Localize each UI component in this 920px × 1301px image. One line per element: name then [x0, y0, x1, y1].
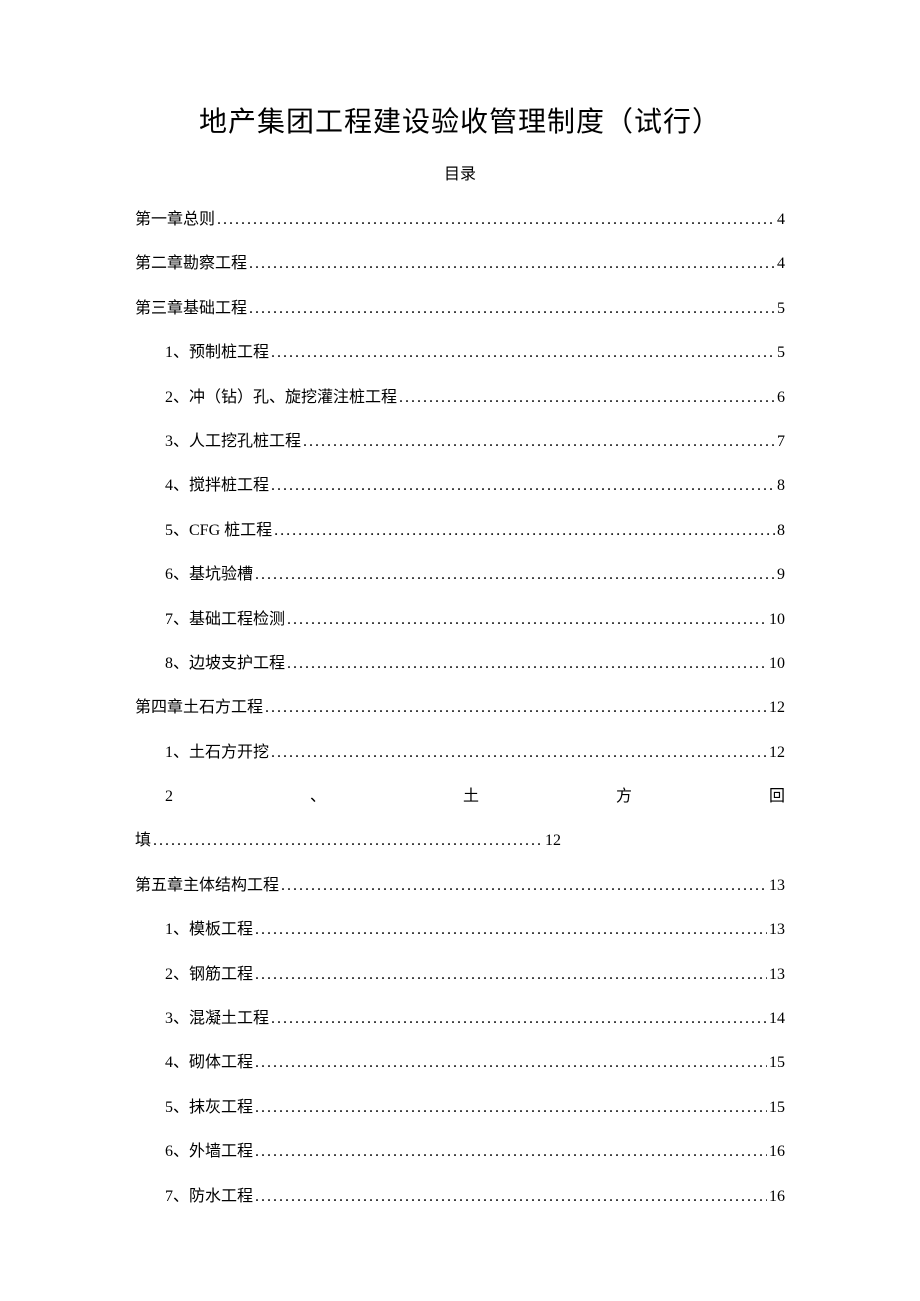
- toc-dots: [255, 1097, 767, 1119]
- toc-page: 4: [777, 253, 785, 275]
- toc-entry: 5、抹灰工程 15: [135, 1097, 785, 1119]
- toc-entry: 第五章主体结构工程 13: [135, 875, 785, 897]
- toc-special-part: 方: [616, 786, 632, 808]
- toc-label: 5、抹灰工程: [165, 1097, 253, 1119]
- toc-dots: [249, 253, 775, 275]
- toc-list-after: 第五章主体结构工程 13 1、模板工程 13 2、钢筋工程 13 3、混凝土工程 14 4、砌体…: [135, 875, 785, 1208]
- toc-label: 3、混凝土工程: [165, 1008, 269, 1030]
- toc-entry: 6、外墙工程 16: [135, 1141, 785, 1163]
- toc-page: 6: [777, 387, 785, 409]
- toc-label: 4、搅拌桩工程: [165, 475, 269, 497]
- toc-entry: 1、土石方开挖 12: [135, 742, 785, 764]
- toc-entry: 3、混凝土工程 14: [135, 1008, 785, 1030]
- toc-label: 8、边坡支护工程: [165, 653, 285, 675]
- toc-entry: 3、人工挖孔桩工程 7: [135, 431, 785, 453]
- toc-dots: [249, 298, 775, 320]
- toc-special-line1: 2 、 土 方 回: [135, 786, 785, 808]
- toc-page: 8: [777, 520, 785, 542]
- toc-entry: 1、预制桩工程 5: [135, 342, 785, 364]
- toc-dots: [281, 875, 767, 897]
- toc-page: 15: [769, 1097, 785, 1119]
- toc-page: 14: [769, 1008, 785, 1030]
- toc-label: 第三章基础工程: [135, 298, 247, 320]
- toc-special-line2: 填 12: [135, 830, 785, 852]
- toc-entry: 第二章勘察工程 4: [135, 253, 785, 275]
- toc-label: 1、模板工程: [165, 919, 253, 941]
- toc-dots: [255, 1052, 767, 1074]
- toc-entry: 8、边坡支护工程 10: [135, 653, 785, 675]
- toc-list-before: 第一章总则 4 第二章勘察工程 4 第三章基础工程 5 1、预制桩工程 5 2、冲（钻）孔、旋挖…: [135, 209, 785, 764]
- toc-entry: 第四章土石方工程 12: [135, 697, 785, 719]
- toc-dots: [255, 919, 767, 941]
- toc-dots: [271, 1008, 767, 1030]
- toc-page: 4: [777, 209, 785, 231]
- toc-dots: [303, 431, 775, 453]
- toc-label: 3、人工挖孔桩工程: [165, 431, 301, 453]
- toc-entry: 第一章总则 4: [135, 209, 785, 231]
- toc-special-part: 、: [310, 786, 326, 808]
- toc-dots: [265, 697, 767, 719]
- toc-label: 6、基坑验槽: [165, 564, 253, 586]
- toc-special-part: 2: [165, 786, 173, 808]
- toc-special-page: 12: [545, 830, 561, 852]
- toc-entry: 5、CFG 桩工程 8: [135, 520, 785, 542]
- toc-dots: [255, 1186, 767, 1208]
- toc-label: 6、外墙工程: [165, 1141, 253, 1163]
- toc-dots: [217, 209, 775, 231]
- toc-special-part: 回: [769, 786, 785, 808]
- toc-label: 第四章土石方工程: [135, 697, 263, 719]
- toc-page: 8: [777, 475, 785, 497]
- toc-entry: 1、模板工程 13: [135, 919, 785, 941]
- toc-page: 12: [769, 742, 785, 764]
- toc-page: 7: [777, 431, 785, 453]
- toc-entry: 7、防水工程 16: [135, 1186, 785, 1208]
- toc-page: 12: [769, 697, 785, 719]
- toc-label: 7、防水工程: [165, 1186, 253, 1208]
- toc-label: 7、基础工程检测: [165, 609, 285, 631]
- toc-page: 5: [777, 342, 785, 364]
- toc-dots: [271, 742, 767, 764]
- toc-entry-special: 2 、 土 方 回 填 12: [135, 786, 785, 853]
- toc-label: 5、CFG 桩工程: [165, 520, 272, 542]
- toc-label: 2、钢筋工程: [165, 964, 253, 986]
- toc-label: 1、土石方开挖: [165, 742, 269, 764]
- toc-page: 13: [769, 964, 785, 986]
- toc-label: 1、预制桩工程: [165, 342, 269, 364]
- toc-page: 16: [769, 1186, 785, 1208]
- toc-special-part: 土: [463, 786, 479, 808]
- toc-dots: [274, 520, 775, 542]
- toc-entry: 4、砌体工程 15: [135, 1052, 785, 1074]
- toc-entry: 7、基础工程检测 10: [135, 609, 785, 631]
- toc-label: 第二章勘察工程: [135, 253, 247, 275]
- toc-label: 第一章总则: [135, 209, 215, 231]
- document-title: 地产集团工程建设验收管理制度（试行）: [135, 100, 785, 140]
- toc-entry: 2、冲（钻）孔、旋挖灌注桩工程 6: [135, 387, 785, 409]
- toc-dots: [255, 564, 775, 586]
- toc-page: 10: [769, 609, 785, 631]
- toc-dots: [399, 387, 775, 409]
- toc-page: 10: [769, 653, 785, 675]
- toc-dots: [153, 830, 543, 852]
- toc-label: 第五章主体结构工程: [135, 875, 279, 897]
- toc-dots: [255, 1141, 767, 1163]
- toc-entry: 4、搅拌桩工程 8: [135, 475, 785, 497]
- toc-dots: [255, 964, 767, 986]
- toc-page: 13: [769, 875, 785, 897]
- toc-page: 15: [769, 1052, 785, 1074]
- toc-page: 9: [777, 564, 785, 586]
- toc-dots: [271, 475, 775, 497]
- toc-page: 5: [777, 298, 785, 320]
- toc-entry: 第三章基础工程 5: [135, 298, 785, 320]
- toc-special-label: 填: [135, 830, 151, 852]
- toc-heading: 目录: [135, 160, 785, 184]
- toc-dots: [287, 609, 767, 631]
- toc-page: 16: [769, 1141, 785, 1163]
- toc-entry: 6、基坑验槽 9: [135, 564, 785, 586]
- toc-entry: 2、钢筋工程 13: [135, 964, 785, 986]
- toc-label: 4、砌体工程: [165, 1052, 253, 1074]
- toc-dots: [287, 653, 767, 675]
- toc-dots: [271, 342, 775, 364]
- toc-label: 2、冲（钻）孔、旋挖灌注桩工程: [165, 387, 397, 409]
- toc-page: 13: [769, 919, 785, 941]
